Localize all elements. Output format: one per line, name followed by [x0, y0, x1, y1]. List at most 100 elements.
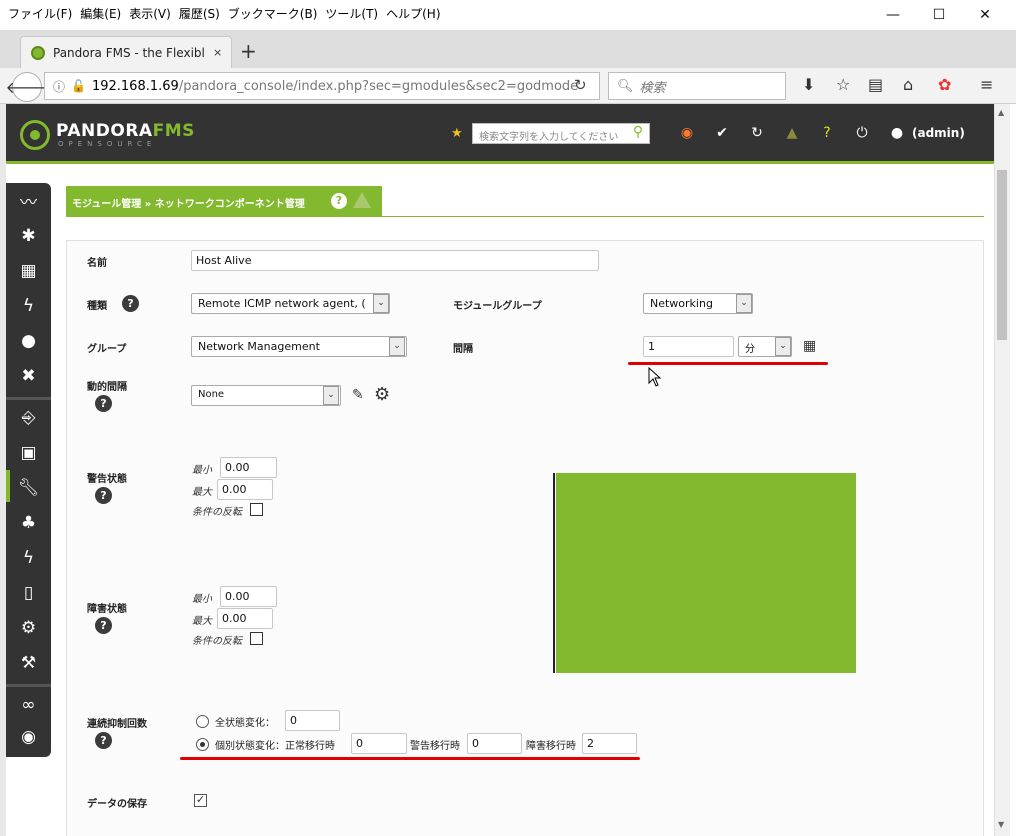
- pandora-logo-icon[interactable]: [20, 120, 50, 150]
- help-icon[interactable]: ?: [818, 124, 836, 142]
- scroll-down-icon[interactable]: ▼: [998, 820, 1004, 829]
- support-lifebuoy-icon[interactable]: ◉: [678, 124, 696, 142]
- status-check-icon[interactable]: ✔: [713, 124, 731, 142]
- menu-edit[interactable]: 編集(E): [80, 5, 121, 22]
- menu-file[interactable]: ファイル(F): [8, 5, 72, 22]
- sidebar-configuration-icon[interactable]: 🔧︎: [6, 470, 51, 505]
- back-button[interactable]: 🡐: [6, 72, 48, 102]
- pandora-search-input[interactable]: 検索文字列を入力してください: [472, 123, 650, 144]
- sidebar-tools-icon[interactable]: ✖: [6, 358, 51, 393]
- dynamic-interval-label: 動的間隔: [87, 382, 127, 393]
- critical-min-input[interactable]: 0.00: [220, 586, 277, 607]
- scroll-up-icon[interactable]: ▲: [998, 108, 1004, 117]
- pandora-logo-text[interactable]: PANDORAFMS: [56, 121, 195, 141]
- bookmark-star-icon[interactable]: ☆: [836, 75, 850, 94]
- browser-tab[interactable]: Pandora FMS - the Flexible M ×: [20, 36, 232, 68]
- warning-max-input[interactable]: 0.00: [217, 479, 273, 500]
- edit-pencil-icon[interactable]: ✎: [352, 387, 364, 403]
- calculator-icon[interactable]: ▦: [803, 338, 816, 354]
- warning-help-icon[interactable]: ?: [95, 487, 112, 504]
- home-icon[interactable]: ⌂: [903, 75, 913, 94]
- warning-min-input[interactable]: 0.00: [220, 457, 277, 478]
- type-help-icon[interactable]: ?: [122, 295, 139, 312]
- close-window-icon[interactable]: ✕: [962, 2, 1008, 28]
- sidebar-admin-tools-icon[interactable]: ⚒: [6, 645, 51, 680]
- dynamic-help-icon[interactable]: ?: [95, 395, 112, 412]
- menu-tools[interactable]: ツール(T): [325, 5, 378, 22]
- minimize-icon[interactable]: —: [870, 2, 916, 28]
- sidebar-events-icon[interactable]: ϟ: [6, 288, 51, 323]
- user-icon[interactable]: ●: [888, 124, 906, 142]
- sidebar-profiles-icon[interactable]: ▣: [6, 435, 51, 470]
- sidebar-resources-icon[interactable]: ⎆: [6, 400, 51, 435]
- flipflop-each-label: 個別状態変化：正常移行時: [215, 741, 335, 752]
- group-select[interactable]: Network Management: [191, 336, 407, 357]
- maximize-icon[interactable]: ☐: [916, 2, 962, 28]
- name-input[interactable]: Host Alive: [191, 250, 599, 271]
- critical-invert-checkbox[interactable]: [250, 632, 263, 645]
- chevron-down-icon[interactable]: ⌄: [775, 337, 791, 356]
- logout-power-icon[interactable]: ⏻: [853, 124, 871, 142]
- pandora-search-icon[interactable]: ⚲: [627, 124, 649, 143]
- chevron-down-icon[interactable]: ⌄: [389, 337, 405, 356]
- tab-close-icon[interactable]: ×: [213, 46, 222, 59]
- critical-status-label: 障害状態: [87, 604, 127, 615]
- sidebar-links-icon[interactable]: ∞: [6, 687, 51, 722]
- chevron-down-icon[interactable]: ⌄: [736, 294, 752, 313]
- current-user[interactable]: (admin): [912, 126, 965, 140]
- data-save-checkbox[interactable]: ✓: [194, 794, 207, 807]
- browser-search-input[interactable]: 🔍︎ 検索: [608, 72, 786, 100]
- reload-icon[interactable]: ↻: [574, 76, 587, 94]
- sidebar-servers-icon[interactable]: ▯: [6, 575, 51, 610]
- menu-help[interactable]: ヘルプ(H): [386, 5, 440, 22]
- settings-gear-icon[interactable]: ⚙: [374, 384, 390, 405]
- info-icon[interactable]: ⓘ: [53, 78, 65, 95]
- chevron-down-icon[interactable]: ⌄: [373, 294, 389, 313]
- type-label: 種類: [87, 301, 107, 312]
- sidebar-monitoring-icon[interactable]: 〰: [6, 183, 51, 218]
- flipflop-critical-input[interactable]: 2: [582, 733, 637, 754]
- flipflop-all-radio[interactable]: [196, 715, 209, 728]
- url-path: /pandora_console/index.php?sec=gmodules&…: [178, 78, 579, 94]
- new-tab-button[interactable]: +: [240, 39, 257, 63]
- search-icon: 🔍︎: [617, 78, 634, 94]
- sidebar-alerts-icon[interactable]: ♣: [6, 505, 51, 540]
- menu-bookmarks[interactable]: ブックマーク(B): [228, 5, 318, 22]
- sidebar-event-config-icon[interactable]: ϟ: [6, 540, 51, 575]
- warning-icon[interactable]: ▲: [783, 124, 801, 142]
- dynamic-interval-select[interactable]: None: [191, 385, 341, 406]
- favorites-star-icon[interactable]: ★: [451, 126, 463, 141]
- sidebar-reporting-icon[interactable]: ▦: [6, 253, 51, 288]
- critical-max-input[interactable]: 0.00: [217, 608, 273, 629]
- insecure-lock-icon[interactable]: 🔓: [71, 79, 86, 93]
- refresh-icon[interactable]: ↻: [748, 124, 766, 142]
- group-label: グループ: [87, 344, 127, 355]
- flipflop-warning-label: 警告移行時: [410, 741, 460, 752]
- reading-list-icon[interactable]: ▤: [868, 75, 883, 94]
- flipflop-warning-input[interactable]: 0: [467, 733, 522, 754]
- sidebar-workspace-icon[interactable]: ●: [6, 323, 51, 358]
- flipflop-critical-label: 障害移行時: [526, 741, 576, 752]
- type-select[interactable]: Remote ICMP network agent, (: [191, 293, 390, 314]
- flipflop-all-input[interactable]: 0: [285, 710, 340, 731]
- sidebar-setup-gear-icon[interactable]: ⚙: [6, 610, 51, 645]
- scrollbar-thumb[interactable]: [997, 170, 1007, 340]
- breadcrumb-warning-icon[interactable]: [353, 192, 371, 208]
- flipflop-each-radio[interactable]: [196, 738, 209, 751]
- menu-view[interactable]: 表示(V): [129, 5, 171, 22]
- breadcrumb-underline: [66, 216, 984, 217]
- extension-icon[interactable]: ✿: [938, 75, 951, 94]
- breadcrumb-help-icon[interactable]: ?: [331, 193, 347, 209]
- hamburger-menu-icon[interactable]: ≡: [980, 75, 993, 94]
- warning-invert-checkbox[interactable]: [250, 503, 263, 516]
- sidebar-pandora-icon[interactable]: ◉: [6, 719, 51, 754]
- url-bar[interactable]: ⓘ 🔓 192.168.1.69 /pandora_console/index.…: [44, 72, 600, 100]
- critical-help-icon[interactable]: ?: [95, 617, 112, 634]
- menu-history[interactable]: 履歴(S): [179, 5, 220, 22]
- sidebar-topology-icon[interactable]: ✱: [6, 218, 51, 253]
- interval-input[interactable]: 1: [643, 336, 734, 357]
- flipflop-help-icon[interactable]: ?: [95, 732, 112, 749]
- download-icon[interactable]: ⬇: [802, 75, 815, 94]
- chevron-down-icon[interactable]: ⌄: [323, 386, 339, 405]
- flipflop-normal-input[interactable]: 0: [351, 733, 407, 754]
